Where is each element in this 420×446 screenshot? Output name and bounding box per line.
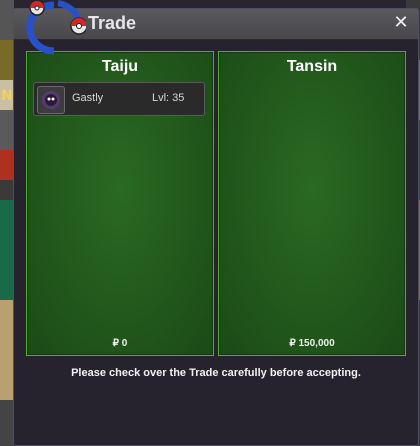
pokeball-logo-icon [24,0,88,55]
background-letter: N [1,88,13,104]
trade-item-slot[interactable]: Gastly Lvl: 35 [33,82,205,116]
trade-notice: Please check over the Trade carefully be… [71,367,361,379]
window-title: Trade [88,13,137,33]
player-name-self: Taiju [101,58,139,75]
gastly-icon [37,86,65,114]
game-background-left [0,0,14,446]
trade-panel-self: Taiju Gastly Lvl: 35 ₽ 0 [26,51,214,356]
trade-panel-partner: Tansin ₽ 150,000 [218,51,406,356]
item-level: Lvl: 35 [152,92,185,104]
item-name: Gastly [72,92,104,104]
money-offer-partner: ₽ 150,000 [289,338,335,349]
player-name-partner: Tansin [286,58,338,75]
close-icon[interactable]: ✕ [390,12,412,34]
money-offer-self: ₽ 0 [112,338,128,349]
trade-window: Trade ✕ Taiju Gastly Lvl: 35 ₽ 0 Tansin … [13,0,419,446]
